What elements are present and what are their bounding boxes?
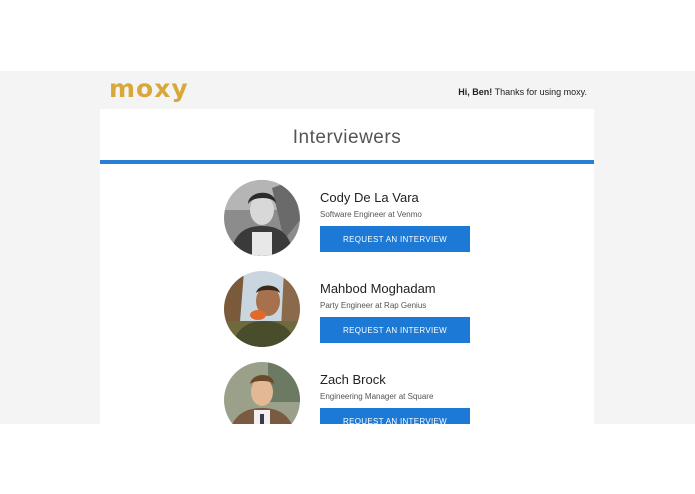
interviewer-card: Mahbod Moghadam Party Engineer at Rap Ge…: [224, 271, 484, 351]
avatar: [224, 271, 300, 347]
app-background: moxy Hi, Ben! Thanks for using moxy. Int…: [0, 71, 695, 424]
interviewer-role: Software Engineer at Venmo: [320, 210, 422, 219]
interviewer-card: Cody De La Vara Software Engineer at Ven…: [224, 180, 484, 260]
interviewer-card: Zach Brock Engineering Manager at Square…: [224, 362, 484, 424]
interviewer-name: Mahbod Moghadam: [320, 281, 436, 296]
interviewers-card: Interviewers Cody De La Vara Software En…: [100, 109, 594, 424]
title-divider: [100, 160, 594, 164]
request-interview-button[interactable]: REQUEST AN INTERVIEW: [320, 317, 470, 343]
avatar: [224, 180, 300, 256]
greeting-message: Thanks for using moxy.: [492, 87, 587, 97]
moxy-logo[interactable]: moxy: [109, 74, 189, 103]
interviewer-name: Cody De La Vara: [320, 190, 419, 205]
request-interview-button[interactable]: REQUEST AN INTERVIEW: [320, 226, 470, 252]
interviewer-role: Party Engineer at Rap Genius: [320, 301, 427, 310]
interviewer-role: Engineering Manager at Square: [320, 392, 434, 401]
interviewer-name: Zach Brock: [320, 372, 386, 387]
request-interview-button[interactable]: REQUEST AN INTERVIEW: [320, 408, 470, 424]
avatar: [224, 362, 300, 424]
greeting-name: Hi, Ben!: [458, 87, 493, 97]
greeting: Hi, Ben! Thanks for using moxy.: [458, 87, 587, 97]
page-title: Interviewers: [292, 127, 402, 148]
